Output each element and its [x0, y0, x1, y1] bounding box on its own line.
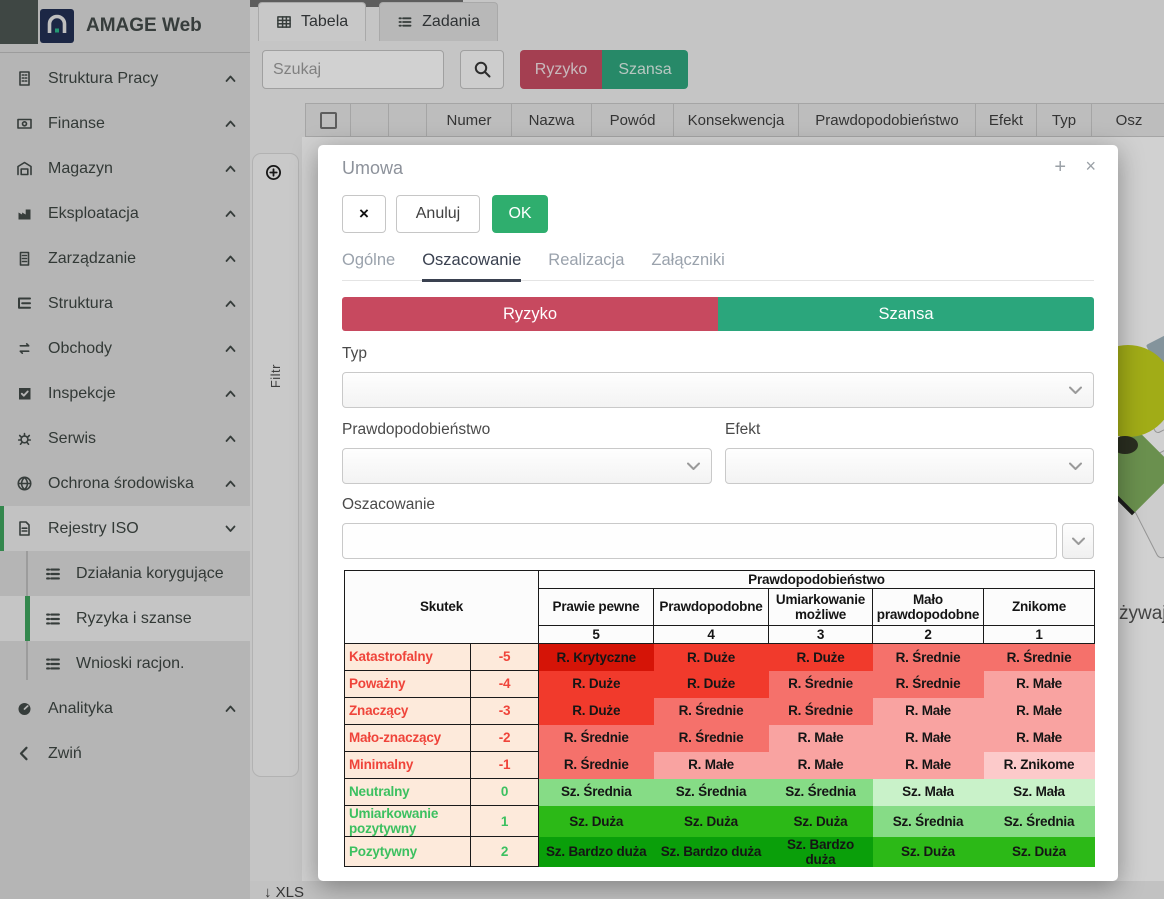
matrix-probability-level: Umiarkowanie możliwe: [769, 589, 873, 626]
matrix-row-label: Umiarkowanie pozytywny: [345, 806, 471, 837]
matrix-cell-r-znikome: R. Znikome: [984, 752, 1095, 779]
matrix-row-value: -5: [471, 644, 539, 671]
matrix-cell-r-duze: R. Duże: [539, 698, 654, 725]
matrix-cell-r-srednie: R. Średnie: [873, 644, 984, 671]
dialog-expand-icon[interactable]: +: [1054, 156, 1066, 179]
matrix-cell-r-male: R. Małe: [769, 725, 873, 752]
matrix-row-value: 2: [471, 837, 539, 867]
dialog-tab-realizacja[interactable]: Realizacja: [548, 251, 624, 282]
matrix-cell-sz-srednia: Sz. Średnia: [539, 779, 654, 806]
matrix-probability-value: 2: [873, 626, 984, 644]
matrix-cell-sz-mala: Sz. Mała: [873, 779, 984, 806]
matrix-row-label: Minimalny: [345, 752, 471, 779]
chevron-down-icon: [687, 462, 700, 471]
matrix-cell-r-male: R. Małe: [984, 671, 1095, 698]
matrix-cell-r-male: R. Małe: [984, 725, 1095, 752]
estimation-dropdown-button[interactable]: [1062, 523, 1094, 559]
dialog-tab-oszacowanie[interactable]: Oszacowanie: [422, 251, 521, 282]
matrix-cell-sz-srednia: Sz. Średnia: [654, 779, 769, 806]
matrix-cell-sz-duza: Sz. Duża: [654, 806, 769, 837]
chevron-down-icon: [1069, 386, 1082, 395]
matrix-row-value: 0: [471, 779, 539, 806]
matrix-cell-sz-srednia: Sz. Średnia: [984, 806, 1095, 837]
matrix-row-value: -2: [471, 725, 539, 752]
matrix-row-value: -3: [471, 698, 539, 725]
matrix-cell-r-duze: R. Duże: [654, 671, 769, 698]
matrix-cell-sz-bduza: Sz. Bardzo duża: [539, 837, 654, 867]
matrix-cell-r-male: R. Małe: [873, 698, 984, 725]
matrix-cell-sz-bduza: Sz. Bardzo duża: [769, 837, 873, 867]
matrix-row-label: Neutralny: [345, 779, 471, 806]
effect-select[interactable]: [725, 448, 1094, 484]
matrix-row-label: Pozytywny: [345, 837, 471, 867]
dialog-action-row: × Anuluj OK: [342, 195, 548, 233]
matrix-cell-r-srednie: R. Średnie: [873, 671, 984, 698]
matrix-cell-r-duze: R. Duże: [539, 671, 654, 698]
matrix-cell-r-krytyczne: R. Krytyczne: [539, 644, 654, 671]
type-field-label: Typ: [342, 345, 367, 363]
close-x-button[interactable]: ×: [342, 195, 386, 233]
matrix-corner-header: Skutek: [345, 571, 539, 644]
matrix-cell-r-male: R. Małe: [769, 752, 873, 779]
matrix-row-label: Mało-znaczący: [345, 725, 471, 752]
type-select[interactable]: [342, 372, 1094, 408]
matrix-cell-r-duze: R. Duże: [769, 644, 873, 671]
contract-dialog: Umowa + × × Anuluj OK Ogólne Oszacowanie R…: [318, 145, 1118, 881]
ok-button[interactable]: OK: [492, 195, 548, 233]
dialog-close-icon[interactable]: ×: [1085, 156, 1096, 177]
matrix-probability-value: 5: [539, 626, 654, 644]
matrix-cell-sz-duza: Sz. Duża: [769, 806, 873, 837]
matrix-cell-r-male: R. Małe: [873, 725, 984, 752]
matrix-probability-header: Prawdopodobieństwo: [539, 571, 1095, 589]
matrix-cell-r-male: R. Małe: [873, 752, 984, 779]
matrix-cell-sz-bduza: Sz. Bardzo duża: [654, 837, 769, 867]
matrix-probability-value: 1: [984, 626, 1095, 644]
toggle-risk-button[interactable]: Ryzyko: [342, 297, 718, 331]
matrix-cell-r-srednie: R. Średnie: [539, 752, 654, 779]
estimation-field-label: Oszacowanie: [342, 496, 435, 514]
matrix-cell-sz-mala: Sz. Mała: [984, 779, 1095, 806]
cancel-button[interactable]: Anuluj: [396, 195, 480, 233]
matrix-probability-level: Znikome: [984, 589, 1095, 626]
dialog-tab-załączniki[interactable]: Załączniki: [651, 251, 724, 282]
matrix-row-value: -4: [471, 671, 539, 698]
matrix-probability-value: 3: [769, 626, 873, 644]
matrix-cell-sz-duza: Sz. Duża: [984, 837, 1095, 867]
matrix-cell-r-srednie: R. Średnie: [769, 698, 873, 725]
probability-select[interactable]: [342, 448, 712, 484]
matrix-row-value: 1: [471, 806, 539, 837]
probability-field-label: Prawdopodobieństwo: [342, 421, 490, 439]
dialog-tabs: Ogólne Oszacowanie Realizacja Załączniki: [342, 251, 1094, 281]
matrix-cell-r-duze: R. Duże: [654, 644, 769, 671]
risk-chance-toggle: Ryzyko Szansa: [342, 297, 1094, 331]
matrix-row-value: -1: [471, 752, 539, 779]
matrix-probability-level: Prawie pewne: [539, 589, 654, 626]
matrix-cell-r-srednie: R. Średnie: [539, 725, 654, 752]
matrix-cell-r-srednie: R. Średnie: [769, 671, 873, 698]
matrix-row-label: Poważny: [345, 671, 471, 698]
matrix-probability-level: Mało prawdopodobne: [873, 589, 984, 626]
dialog-title: Umowa: [342, 158, 403, 179]
matrix-cell-r-srednie: R. Średnie: [654, 698, 769, 725]
matrix-cell-sz-duza: Sz. Duża: [873, 837, 984, 867]
toggle-chance-button[interactable]: Szansa: [718, 297, 1094, 331]
estimation-input[interactable]: [342, 523, 1057, 559]
matrix-probability-level: Prawdopodobne: [654, 589, 769, 626]
effect-field-label: Efekt: [725, 421, 760, 439]
chevron-down-icon: [1072, 537, 1085, 546]
dialog-tab-ogólne[interactable]: Ogólne: [342, 251, 395, 282]
matrix-probability-value: 4: [654, 626, 769, 644]
matrix-cell-r-srednie: R. Średnie: [654, 725, 769, 752]
matrix-row-label: Katastrofalny: [345, 644, 471, 671]
matrix-cell-sz-duza: Sz. Duża: [539, 806, 654, 837]
matrix-cell-r-srednie: R. Średnie: [984, 644, 1095, 671]
risk-matrix-table: SkutekPrawdopodobieństwoPrawie pewnePraw…: [344, 570, 1095, 867]
matrix-cell-sz-srednia: Sz. Średnia: [873, 806, 984, 837]
matrix-cell-sz-srednia: Sz. Średnia: [769, 779, 873, 806]
chevron-down-icon: [1069, 462, 1082, 471]
matrix-cell-r-male: R. Małe: [984, 698, 1095, 725]
matrix-row-label: Znaczący: [345, 698, 471, 725]
matrix-cell-r-male: R. Małe: [654, 752, 769, 779]
app-root: AMAGE Web Struktura PracyFinanseMagazynE…: [0, 0, 1164, 899]
